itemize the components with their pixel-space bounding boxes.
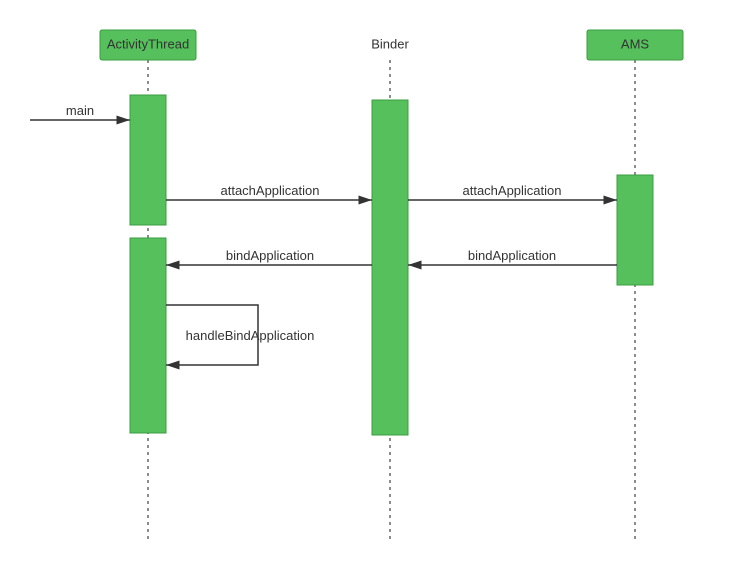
message-bind-application-2: bindApplication — [166, 248, 372, 265]
message-attach-application-2: attachApplication — [408, 183, 617, 200]
message-bind-application-1: bindApplication — [408, 248, 617, 265]
sequence-diagram: ActivityThread Binder AMS main attachApp… — [0, 0, 746, 563]
header-ams: AMS — [587, 30, 683, 60]
header-activitythread: ActivityThread — [100, 30, 196, 60]
header-ams-label: AMS — [621, 36, 650, 51]
header-activitythread-label: ActivityThread — [107, 36, 189, 51]
message-main: main — [30, 103, 130, 120]
message-bind1-label: bindApplication — [468, 248, 556, 263]
header-binder-label: Binder — [371, 36, 409, 51]
message-attach2-label: attachApplication — [462, 183, 561, 198]
activation-activitythread-1 — [130, 95, 166, 225]
message-main-label: main — [66, 103, 94, 118]
message-bind2-label: bindApplication — [226, 248, 314, 263]
activation-ams — [617, 175, 653, 285]
activation-binder — [372, 100, 408, 435]
message-attach1-label: attachApplication — [220, 183, 319, 198]
message-handlebind-label: handleBindApplication — [186, 328, 315, 343]
activation-activitythread-2 — [130, 238, 166, 433]
message-attach-application-1: attachApplication — [166, 183, 372, 200]
message-handle-bind-application: handleBindApplication — [166, 305, 314, 365]
